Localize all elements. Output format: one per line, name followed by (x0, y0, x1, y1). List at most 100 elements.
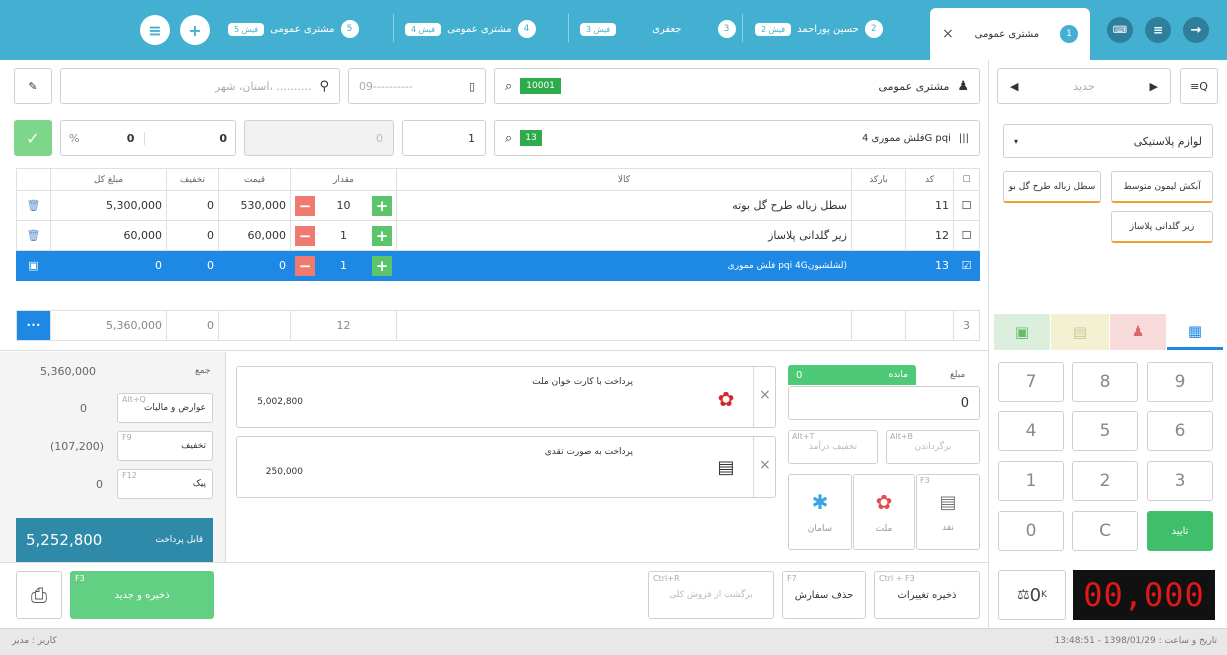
numpad-9[interactable]: 9 (1147, 362, 1213, 402)
category-item-1[interactable]: آبکش لیمون متوسط (1111, 171, 1213, 203)
customer-field[interactable]: ⌕ 10001 مشتری عمومی ♟ (494, 68, 980, 104)
payment-card[interactable]: پرداخت با کارت خوان ملت 5,002,800 ✿ × (236, 366, 776, 428)
numpad-4[interactable]: 4 (998, 411, 1064, 451)
address-field[interactable]: استان، شهر، .......... ⚲ (60, 68, 340, 104)
close-icon[interactable]: × (942, 26, 954, 42)
numpad-7[interactable]: 7 (998, 362, 1064, 402)
search-icon[interactable]: ⌕ (505, 131, 512, 146)
row-qty[interactable]: 10 (337, 199, 351, 212)
category-item-2[interactable]: سطل زباله طرح گل بو (1003, 171, 1101, 203)
trash-icon[interactable]: 🗑 (16, 220, 51, 251)
payable-box: 5,252,800 قابل پرداخت (16, 518, 213, 562)
row-discount[interactable]: 0 (166, 220, 219, 251)
tab-2[interactable]: 2 حسین پوراحمد فیش 2 (755, 12, 883, 46)
tab-3[interactable]: 3 جعفری فیش 3 (580, 12, 736, 46)
search-icon[interactable]: ⌕ (505, 79, 512, 94)
keyboard-icon[interactable]: ⌨ (1107, 17, 1133, 43)
amount-input[interactable]: 0 (788, 386, 980, 420)
qty-input[interactable]: 1 (402, 120, 486, 156)
trash-icon[interactable]: 🗑 (16, 190, 51, 221)
minus-icon[interactable]: − (295, 195, 315, 216)
add-tab-button[interactable]: + (180, 15, 210, 45)
numpad-8[interactable]: 8 (1072, 362, 1138, 402)
table-row[interactable]: 🗑 60,000 0 60,000 −1 + زیر گلدانی پلاساز … (16, 220, 980, 251)
new-nav[interactable]: ◀ جدید ▶ (997, 68, 1171, 104)
return-button[interactable]: Alt+B برگرداندن (886, 430, 980, 464)
row-checkbox[interactable]: ☐ (953, 190, 980, 221)
income-discount-button[interactable]: Alt+T تخفیف درآمد (788, 430, 878, 464)
tab-1[interactable]: 1 مشتری عمومی × (930, 8, 1090, 60)
numpad-3[interactable]: 3 (1147, 461, 1213, 501)
row-price[interactable]: 60,000 (218, 220, 291, 251)
discount-value: (107,200) (50, 440, 105, 453)
plus-icon[interactable]: + (372, 195, 392, 216)
saman-button[interactable]: ✱ سامان (788, 474, 852, 550)
sum-label: جمع (195, 366, 211, 376)
scale-unit: K (1041, 590, 1047, 600)
numpad-clear[interactable]: C (1072, 511, 1138, 551)
exit-icon[interactable]: → (1183, 17, 1209, 43)
plus-icon[interactable]: + (372, 255, 392, 276)
search-list-icon[interactable]: ≡Q (1180, 68, 1218, 104)
printer-icon[interactable]: ⎙ (16, 571, 62, 619)
minus-icon[interactable]: − (295, 225, 315, 246)
scale-widget[interactable]: ⚖ 0 K (998, 570, 1066, 620)
table-row-selected[interactable]: ▣ 0 0 0 −1 + فلش مموری pqi 4Gلشلشیون) 13 … (16, 250, 980, 281)
numpad-0[interactable]: 0 (998, 511, 1064, 551)
discount-field[interactable]: % 0 0 (60, 120, 236, 156)
percent-icon: % (69, 131, 80, 145)
gift-icon[interactable]: ▣ (994, 314, 1050, 350)
row-discount[interactable]: 0 (166, 190, 219, 221)
tax-button[interactable]: Alt+Q عوارض و مالیات (117, 393, 213, 423)
grid-icon[interactable]: ▦ (1167, 314, 1223, 350)
discount-amount-value[interactable]: 0 (145, 132, 235, 145)
row-checkbox[interactable]: ☑ (953, 250, 980, 281)
search-list-icon[interactable]: ≡ (140, 15, 170, 45)
price-input[interactable]: 0 (244, 120, 394, 156)
minus-icon[interactable]: − (295, 255, 315, 276)
numpad-6[interactable]: 6 (1147, 411, 1213, 451)
gift-icon[interactable]: ▣ (16, 250, 51, 281)
prev-icon[interactable]: ◀ (1010, 80, 1018, 93)
mellat-button[interactable]: ✿ ملت (853, 474, 915, 550)
phone-field[interactable]: 09---------- ▯ (348, 68, 486, 104)
close-icon[interactable]: × (759, 387, 771, 403)
numpad-1[interactable]: 1 (998, 461, 1064, 501)
row-discount[interactable]: 0 (166, 250, 219, 281)
edit-icon[interactable]: ✎ (14, 68, 52, 104)
tab-5[interactable]: 5 مشتری عمومی فیش 5 (228, 12, 359, 46)
user-icon[interactable]: ♟ (1110, 314, 1166, 350)
close-icon[interactable]: × (759, 457, 771, 473)
numpad-5[interactable]: 5 (1072, 411, 1138, 451)
row-qty[interactable]: 1 (340, 229, 347, 242)
save-new-button[interactable]: F3 ذخیره و جدید (70, 571, 214, 619)
save-changes-button[interactable]: Ctrl + F3 ذخیره تغییرات (874, 571, 980, 619)
numpad-2[interactable]: 2 (1072, 461, 1138, 501)
courier-button[interactable]: F12 پیک (117, 469, 213, 499)
row-qty[interactable]: 1 (340, 259, 347, 272)
category-item-3[interactable]: زیر گلدانی پلاساز (1111, 211, 1213, 243)
document-icon[interactable]: ▤ (1051, 314, 1109, 350)
next-icon[interactable]: ▶ (1150, 80, 1158, 93)
confirm-button[interactable]: تایید (1147, 511, 1213, 551)
check-icon[interactable]: ✓ (14, 120, 52, 156)
delete-order-button[interactable]: F7 حذف سفارش (782, 571, 866, 619)
payment-title: پرداخت به صورت نقدی (544, 447, 633, 457)
row-price[interactable]: 0 (218, 250, 291, 281)
row-checkbox[interactable]: ☐ (953, 220, 980, 251)
more-button[interactable]: ••• (16, 310, 51, 341)
table-footer: ••• 5,360,000 0 12 3 (16, 310, 980, 341)
select-all-checkbox[interactable]: ☐ (953, 168, 980, 191)
cash-button[interactable]: F3 ▤ نقد (916, 474, 980, 550)
return-sale-button[interactable]: Ctrl+R برگشت از فروش کلی (648, 571, 774, 619)
category-select[interactable]: ▾ لوازم پلاستیکی (1003, 124, 1213, 158)
row-price[interactable]: 530,000 (218, 190, 291, 221)
table-row[interactable]: 🗑 5,300,000 0 530,000 − 10 + سطل زباله طرح… (16, 190, 980, 221)
payment-card[interactable]: پرداخت به صورت نقدی 250,000 ▤ × (236, 436, 776, 498)
discount-percent-value[interactable]: 0 (87, 131, 146, 145)
menu-icon[interactable]: ≡ (1145, 17, 1171, 43)
plus-icon[interactable]: + (372, 225, 392, 246)
discount-button[interactable]: F9 تخفیف (117, 431, 213, 461)
tab-4[interactable]: 4 مشتری عمومی فیش 4 (405, 12, 536, 46)
product-field[interactable]: ⌕ 13 فلش مموری 4G pqi ||| (494, 120, 980, 156)
